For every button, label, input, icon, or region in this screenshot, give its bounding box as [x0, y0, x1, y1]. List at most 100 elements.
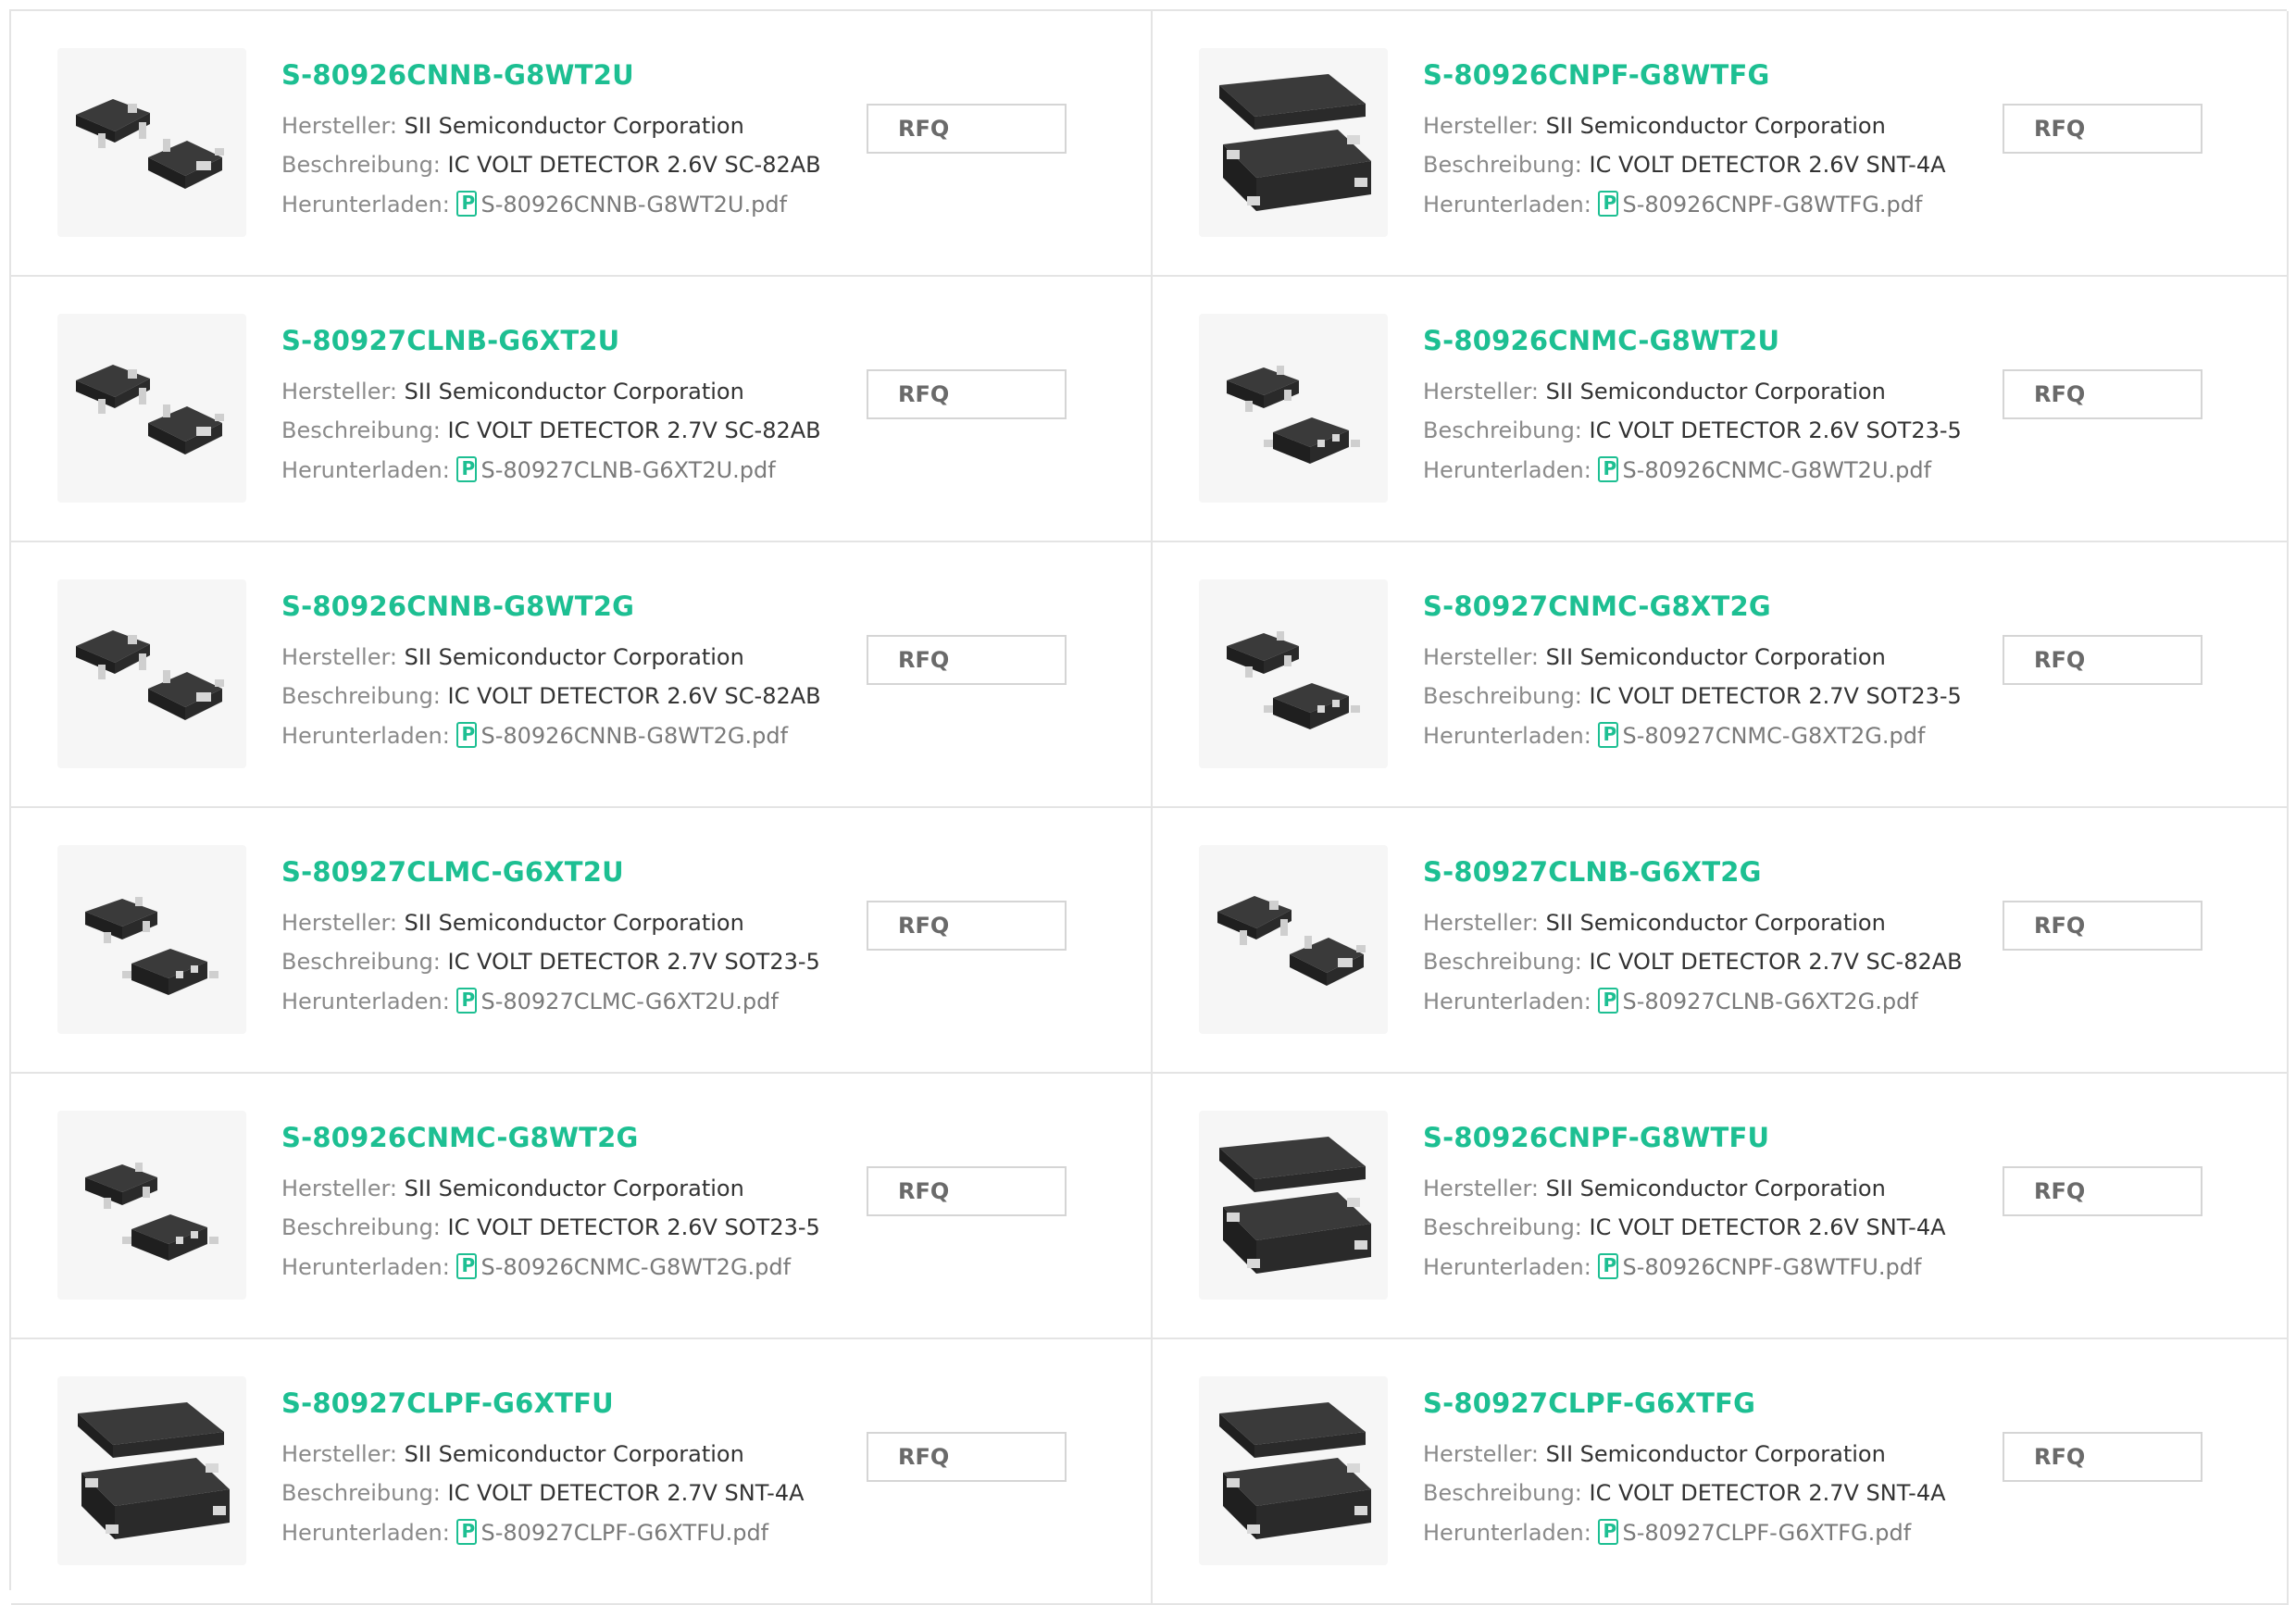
datasheet-link[interactable]: S-80926CNPF-G8WTFU.pdf	[1622, 1254, 1921, 1280]
datasheet-link[interactable]: S-80926CNMC-G8WT2U.pdf	[1622, 457, 1931, 483]
sot23-package-icon	[1199, 579, 1388, 768]
part-number-link[interactable]: S-80926CNNB-G8WT2U	[281, 59, 634, 91]
part-number-link[interactable]: S-80927CLPF-G6XTFU	[281, 1387, 614, 1419]
part-number-link[interactable]: S-80927CLPF-G6XTFG	[1423, 1387, 1755, 1419]
part-number-link[interactable]: S-80926CNMC-G8WT2U	[1423, 325, 1779, 356]
product-image[interactable]	[1199, 48, 1388, 237]
pdf-icon[interactable]	[1598, 988, 1619, 1014]
datasheet-link[interactable]: S-80927CLPF-G6XTFU.pdf	[480, 1520, 768, 1546]
part-number-link[interactable]: S-80927CLNB-G6XT2G	[1423, 856, 1762, 888]
rfq-button[interactable]: RFQ	[867, 1166, 1067, 1216]
datasheet-link[interactable]: S-80927CLPF-G6XTFG.pdf	[1622, 1520, 1911, 1546]
rfq-button[interactable]: RFQ	[867, 1432, 1067, 1482]
datasheet-link[interactable]: S-80927CLNB-G6XT2U.pdf	[480, 457, 775, 483]
rfq-button[interactable]: RFQ	[2003, 635, 2202, 685]
manufacturer-row: Hersteller: SII Semiconductor Corporatio…	[1423, 644, 1886, 670]
product-card: S-80927CLNB-G6XT2U Hersteller: SII Semic…	[11, 277, 1153, 542]
product-card: S-80926CNNB-G8WT2U Hersteller: SII Semic…	[11, 11, 1153, 277]
rfq-button[interactable]: RFQ	[2003, 1432, 2202, 1482]
download-label: Herunterladen:	[281, 192, 450, 218]
description-row: Beschreibung: IC VOLT DETECTOR 2.6V SOT2…	[1423, 417, 1962, 443]
description-value: IC VOLT DETECTOR 2.7V SNT-4A	[447, 1480, 805, 1506]
part-number-link[interactable]: S-80927CNMC-G8XT2G	[1423, 591, 1771, 622]
product-image[interactable]	[57, 314, 246, 503]
pdf-icon[interactable]	[1598, 1519, 1619, 1545]
pdf-icon[interactable]	[456, 722, 478, 748]
product-image[interactable]	[1199, 1111, 1388, 1300]
product-card: S-80927CLNB-G6XT2G Hersteller: SII Semic…	[1153, 808, 2289, 1074]
rfq-button[interactable]: RFQ	[2003, 901, 2202, 951]
download-row: Herunterladen: S-80927CLMC-G6XT2U.pdf	[281, 988, 779, 1014]
rfq-button[interactable]: RFQ	[2003, 1166, 2202, 1216]
manufacturer-row: Hersteller: SII Semiconductor Corporatio…	[1423, 910, 1886, 936]
manufacturer-label: Hersteller:	[281, 1176, 397, 1201]
datasheet-link[interactable]: S-80927CLNB-G6XT2G.pdf	[1622, 989, 1917, 1014]
description-row: Beschreibung: IC VOLT DETECTOR 2.6V SC-8…	[281, 152, 821, 178]
product-image[interactable]	[57, 845, 246, 1034]
description-row: Beschreibung: IC VOLT DETECTOR 2.6V SNT-…	[1423, 152, 1946, 178]
pdf-icon[interactable]	[456, 1253, 478, 1279]
product-image[interactable]	[1199, 845, 1388, 1034]
description-row: Beschreibung: IC VOLT DETECTOR 2.7V SNT-…	[1423, 1480, 1946, 1506]
rfq-button[interactable]: RFQ	[867, 635, 1067, 685]
manufacturer-value: SII Semiconductor Corporation	[404, 113, 744, 139]
description-label: Beschreibung:	[1423, 417, 1582, 443]
description-label: Beschreibung:	[1423, 1480, 1582, 1506]
product-grid: S-80926CNNB-G8WT2U Hersteller: SII Semic…	[9, 9, 2289, 1605]
part-number-link[interactable]: S-80926CNMC-G8WT2G	[281, 1122, 639, 1153]
pdf-icon[interactable]	[1598, 191, 1619, 217]
rfq-button[interactable]: RFQ	[867, 369, 1067, 419]
datasheet-link[interactable]: S-80926CNNB-G8WT2G.pdf	[480, 723, 788, 749]
manufacturer-row: Hersteller: SII Semiconductor Corporatio…	[1423, 1441, 1886, 1467]
download-row: Herunterladen: S-80927CLPF-G6XTFG.pdf	[1423, 1519, 1911, 1546]
pdf-icon[interactable]	[1598, 1253, 1619, 1279]
pdf-icon[interactable]	[1598, 722, 1619, 748]
part-number-link[interactable]: S-80926CNPF-G8WTFU	[1423, 1122, 1769, 1153]
pdf-icon[interactable]	[456, 191, 478, 217]
part-number-link[interactable]: S-80926CNNB-G8WT2G	[281, 591, 634, 622]
manufacturer-row: Hersteller: SII Semiconductor Corporatio…	[1423, 1176, 1886, 1201]
product-image[interactable]	[57, 1111, 246, 1300]
manufacturer-value: SII Semiconductor Corporation	[1545, 113, 1886, 139]
description-row: Beschreibung: IC VOLT DETECTOR 2.7V SOT2…	[281, 949, 820, 975]
pdf-icon[interactable]	[456, 456, 478, 482]
part-number-link[interactable]: S-80927CLNB-G6XT2U	[281, 325, 619, 356]
rfq-button[interactable]: RFQ	[867, 901, 1067, 951]
description-value: IC VOLT DETECTOR 2.7V SC-82AB	[1589, 949, 1963, 975]
product-image[interactable]	[57, 1376, 246, 1565]
product-image[interactable]	[1199, 579, 1388, 768]
pdf-icon[interactable]	[456, 988, 478, 1014]
product-image[interactable]	[57, 579, 246, 768]
download-row: Herunterladen: S-80926CNMC-G8WT2U.pdf	[1423, 456, 1931, 483]
rfq-button[interactable]: RFQ	[867, 104, 1067, 154]
part-number-link[interactable]: S-80927CLMC-G6XT2U	[281, 856, 624, 888]
manufacturer-row: Hersteller: SII Semiconductor Corporatio…	[281, 1176, 744, 1201]
download-row: Herunterladen: S-80926CNPF-G8WTFG.pdf	[1423, 191, 1922, 218]
manufacturer-row: Hersteller: SII Semiconductor Corporatio…	[281, 379, 744, 404]
part-number-link[interactable]: S-80926CNPF-G8WTFG	[1423, 59, 1770, 91]
manufacturer-label: Hersteller:	[281, 113, 397, 139]
datasheet-link[interactable]: S-80927CNMC-G8XT2G.pdf	[1622, 723, 1925, 749]
datasheet-link[interactable]: S-80926CNMC-G8WT2G.pdf	[480, 1254, 791, 1280]
description-row: Beschreibung: IC VOLT DETECTOR 2.7V SNT-…	[281, 1480, 805, 1506]
product-image[interactable]	[57, 48, 246, 237]
product-card: S-80927CLPF-G6XTFG Hersteller: SII Semic…	[1153, 1339, 2289, 1605]
download-row: Herunterladen: S-80927CNMC-G8XT2G.pdf	[1423, 722, 1925, 749]
download-label: Herunterladen:	[1423, 192, 1591, 218]
datasheet-link[interactable]: S-80927CLMC-G6XT2U.pdf	[480, 989, 778, 1014]
description-label: Beschreibung:	[1423, 949, 1582, 975]
download-label: Herunterladen:	[281, 1254, 450, 1280]
rfq-button[interactable]: RFQ	[2003, 369, 2202, 419]
datasheet-link[interactable]: S-80926CNNB-G8WT2U.pdf	[480, 192, 787, 218]
pdf-icon[interactable]	[1598, 456, 1619, 482]
rfq-button[interactable]: RFQ	[2003, 104, 2202, 154]
pdf-icon[interactable]	[456, 1519, 478, 1545]
product-image[interactable]	[1199, 314, 1388, 503]
manufacturer-label: Hersteller:	[281, 910, 397, 936]
manufacturer-label: Hersteller:	[281, 379, 397, 404]
manufacturer-row: Hersteller: SII Semiconductor Corporatio…	[281, 113, 744, 139]
manufacturer-label: Hersteller:	[1423, 644, 1539, 670]
product-image[interactable]	[1199, 1376, 1388, 1565]
download-label: Herunterladen:	[1423, 1254, 1591, 1280]
datasheet-link[interactable]: S-80926CNPF-G8WTFG.pdf	[1622, 192, 1922, 218]
